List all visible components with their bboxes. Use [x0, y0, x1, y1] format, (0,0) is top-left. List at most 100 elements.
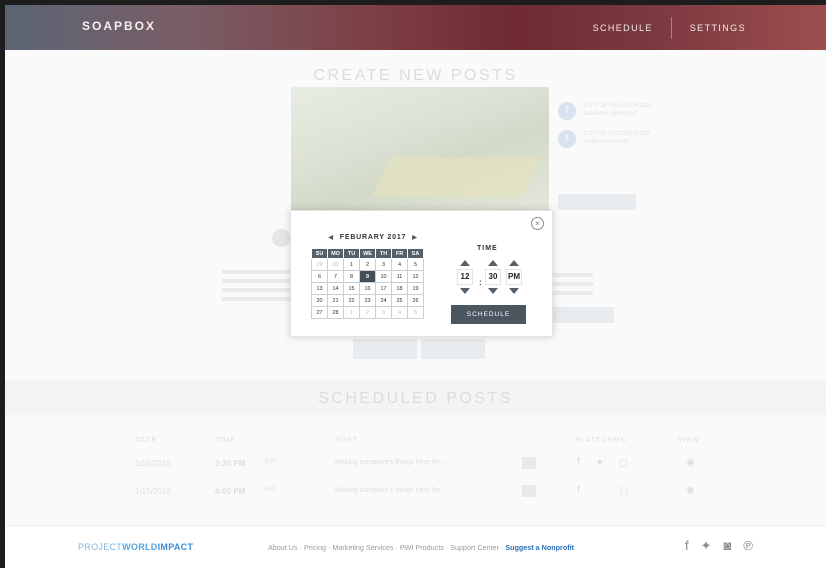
- calendar-day[interactable]: 1: [343, 258, 360, 271]
- calendar-day[interactable]: 30: [327, 258, 344, 271]
- calendar-day[interactable]: 19: [407, 282, 424, 295]
- view-icon[interactable]: ◉: [686, 485, 695, 496]
- calendar-day[interactable]: 26: [407, 294, 424, 307]
- calendar-day[interactable]: 8: [343, 270, 360, 283]
- calendar-day[interactable]: 27: [311, 306, 328, 319]
- calendar-day-selected[interactable]: 9: [359, 270, 376, 283]
- footer-link-about[interactable]: About Us: [268, 543, 298, 552]
- calendar-day[interactable]: 1: [343, 306, 360, 319]
- calendar-day[interactable]: 13: [311, 282, 328, 295]
- calendar-day[interactable]: 2: [359, 306, 376, 319]
- calendar-day[interactable]: 25: [391, 294, 408, 307]
- footer-links: About Us · Pricing · Marketing Services …: [268, 543, 574, 552]
- calendar-day[interactable]: 28: [327, 306, 344, 319]
- minute-up-icon[interactable]: [488, 260, 498, 266]
- footer-logo-part: PROJECT: [78, 542, 123, 552]
- hour-down-icon[interactable]: [460, 288, 470, 294]
- calendar-day[interactable]: 23: [359, 294, 376, 307]
- calendar-day[interactable]: 12: [407, 270, 424, 283]
- minute-down-icon[interactable]: [488, 288, 498, 294]
- footer-logo[interactable]: PROJECTWORLDIMPACT: [78, 542, 193, 552]
- avatar: [272, 229, 290, 247]
- calendar-day[interactable]: 16: [359, 282, 376, 295]
- instagram-icon: ◻: [619, 457, 629, 469]
- weekday-header: WE: [359, 248, 376, 259]
- pinterest-icon[interactable]: ℗: [743, 538, 753, 554]
- top-nav: SCHEDULE SETTINGS: [575, 5, 826, 50]
- nav-settings[interactable]: SETTINGS: [672, 23, 826, 33]
- period-stepper: PM: [506, 260, 522, 294]
- weekday-header: MO: [327, 248, 344, 259]
- calendar-day[interactable]: 4: [391, 258, 408, 271]
- facebook-icon: f: [577, 484, 581, 496]
- twitter-icon: t: [558, 130, 576, 148]
- calendar-day[interactable]: 20: [311, 294, 328, 307]
- footer-social: f ✦ ◙ ℗: [685, 538, 753, 554]
- schedule-button[interactable]: SCHEDULE: [451, 305, 526, 324]
- period-up-icon[interactable]: [509, 260, 519, 266]
- calendar-day[interactable]: 7: [327, 270, 344, 283]
- brand-logo[interactable]: SOAPBOX: [82, 19, 156, 33]
- chevron-right-icon[interactable]: ▶: [412, 235, 417, 241]
- calendar-week: 27 28 1 2 3 4 5: [311, 306, 424, 319]
- period-down-icon[interactable]: [509, 288, 519, 294]
- calendar-day[interactable]: 3: [375, 306, 392, 319]
- footer-logo-part: WORLD: [122, 542, 158, 552]
- post-thumbnail: [522, 485, 536, 497]
- close-icon[interactable]: ×: [531, 217, 544, 230]
- month-label: FEBURARY 2017: [339, 234, 407, 241]
- post-image-preview: [291, 87, 549, 212]
- twitter-icon[interactable]: ✦: [701, 538, 712, 554]
- social-account-facebook[interactable]: f CITY OF FALLEN ROCK facebook.com/cityo…: [558, 102, 678, 124]
- calendar-day[interactable]: 29: [311, 258, 328, 271]
- post-thumbnail: [522, 457, 536, 469]
- facebook-icon: f: [577, 456, 581, 468]
- view-icon[interactable]: ◉: [686, 457, 695, 468]
- calendar-day[interactable]: 22: [343, 294, 360, 307]
- calendar-day[interactable]: 5: [407, 258, 424, 271]
- calendar-day[interactable]: 15: [343, 282, 360, 295]
- calendar-day[interactable]: 3: [375, 258, 392, 271]
- hour-stepper: 12: [457, 260, 473, 294]
- footer-link-products[interactable]: PWI Products: [400, 543, 444, 552]
- calendar-day[interactable]: 2: [359, 258, 376, 271]
- calendar-day[interactable]: 21: [327, 294, 344, 307]
- row-tz: EST: [265, 459, 277, 465]
- faded-text-block: [553, 273, 593, 295]
- col-time: TIME: [215, 437, 236, 444]
- minute-value[interactable]: 30: [485, 269, 501, 285]
- footer-link-support[interactable]: Support Center: [450, 543, 499, 552]
- schedule-modal: × ◀ FEBURARY 2017 ▶ SU MO TU WE TH FR SA 29 30 1 2 3…: [290, 210, 553, 337]
- footer-link-pricing[interactable]: Pricing: [304, 543, 326, 552]
- create-posts-title: CREATE NEW POSTS: [313, 67, 518, 84]
- site-footer: PROJECTWORLDIMPACT About Us · Pricing · …: [5, 525, 826, 568]
- ghost-button: [421, 339, 485, 359]
- calendar-day[interactable]: 24: [375, 294, 392, 307]
- calendar-day[interactable]: 6: [311, 270, 328, 283]
- calendar-day[interactable]: 10: [375, 270, 392, 283]
- weekday-header: TU: [343, 248, 360, 259]
- row-time: 4:00 PM: [215, 487, 246, 496]
- calendar-day[interactable]: 18: [391, 282, 408, 295]
- row-tz: EST: [265, 487, 277, 493]
- facebook-icon[interactable]: f: [685, 538, 689, 554]
- calendar-day[interactable]: 4: [391, 306, 408, 319]
- hour-up-icon[interactable]: [460, 260, 470, 266]
- calendar-day[interactable]: 11: [391, 270, 408, 283]
- social-account-twitter[interactable]: t CITY OF FALLEN ROCK twitter.com/cityof: [558, 130, 678, 152]
- hour-value[interactable]: 12: [457, 269, 473, 285]
- calendar-day[interactable]: 5: [407, 306, 424, 319]
- social-account-text: CITY OF FALLEN ROCK facebook.com/cityof: [584, 103, 651, 117]
- chevron-left-icon[interactable]: ◀: [328, 235, 333, 241]
- calendar-day[interactable]: 14: [327, 282, 344, 295]
- footer-link-marketing[interactable]: Marketing Services: [332, 543, 393, 552]
- nav-schedule[interactable]: SCHEDULE: [575, 23, 671, 33]
- period-value[interactable]: PM: [506, 269, 522, 285]
- ghost-button: [353, 339, 417, 359]
- instagram-icon[interactable]: ◙: [724, 538, 732, 554]
- ghost-button: [548, 307, 614, 323]
- time-colon: :: [479, 278, 482, 287]
- footer-link-suggest-nonprofit[interactable]: Suggest a Nonprofit: [505, 543, 574, 552]
- calendar-day[interactable]: 17: [375, 282, 392, 295]
- row-post: Making someone's things here for ...: [335, 487, 448, 494]
